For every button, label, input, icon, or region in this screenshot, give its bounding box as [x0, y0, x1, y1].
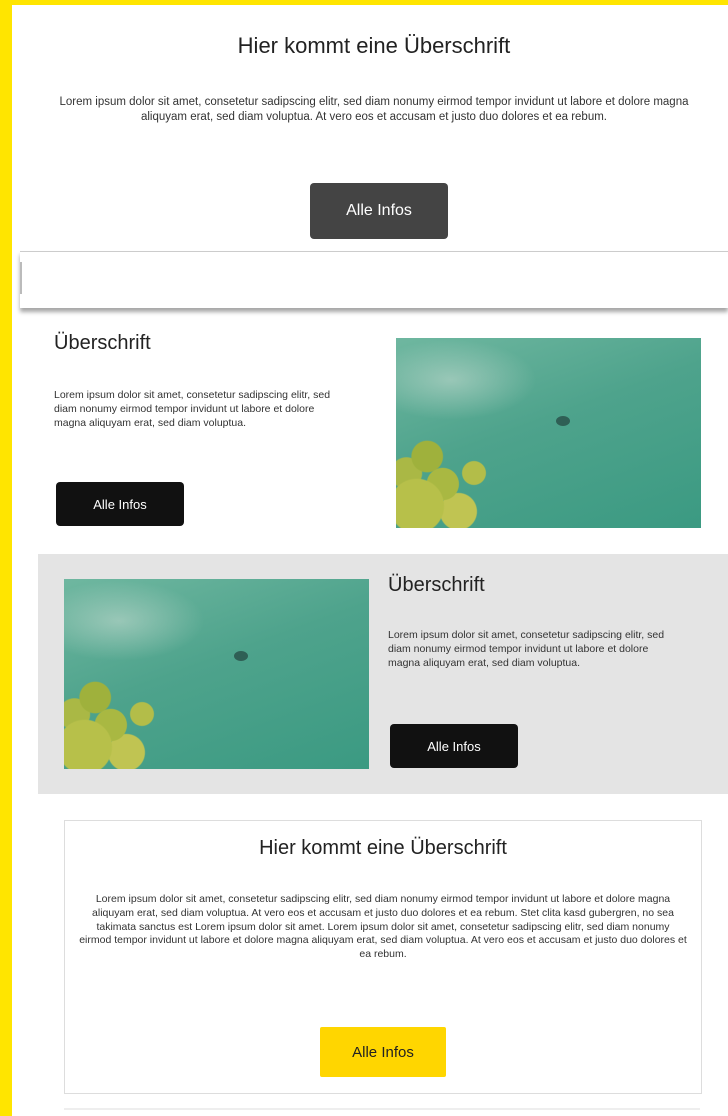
- info-card-button[interactable]: Alle Infos: [320, 1027, 446, 1077]
- algae-detail: [64, 658, 168, 769]
- swimmer-figure: [556, 416, 570, 426]
- feature-1-photo: [396, 338, 701, 528]
- feature-2-photo: [64, 579, 369, 769]
- feature-1-text: Lorem ipsum dolor sit amet, consetetur s…: [54, 389, 331, 429]
- info-card-title: Hier kommt eine Überschrift: [259, 837, 507, 859]
- yellow-side-border: [0, 0, 12, 1116]
- feature-section-2: Überschrift Lorem ipsum dolor sit amet, …: [38, 554, 728, 794]
- info-card-text: Lorem ipsum dolor sit amet, consetetur s…: [79, 893, 687, 961]
- hero-divider-strip: [20, 251, 728, 308]
- hero-section: Hier kommt eine Überschrift Lorem ipsum …: [20, 5, 728, 251]
- hero-info-button[interactable]: Alle Infos: [310, 183, 448, 239]
- feature-1-title: Überschrift: [54, 332, 151, 354]
- swimmer-figure: [234, 651, 248, 661]
- bottom-divider: [64, 1108, 700, 1110]
- feature-2-info-button[interactable]: Alle Infos: [390, 724, 518, 768]
- feature-1-info-button[interactable]: Alle Infos: [56, 482, 184, 526]
- hero-title: Hier kommt eine Überschrift: [237, 33, 511, 58]
- divider-mark: [20, 262, 22, 294]
- algae-detail: [396, 417, 500, 528]
- feature-section-1: Überschrift Lorem ipsum dolor sit amet, …: [20, 318, 728, 550]
- info-card: Hier kommt eine Überschrift Lorem ipsum …: [64, 820, 702, 1094]
- feature-2-title: Überschrift: [388, 574, 485, 596]
- feature-2-text: Lorem ipsum dolor sit amet, consetetur s…: [388, 629, 665, 669]
- hero-text: Lorem ipsum dolor sit amet, consetetur s…: [59, 96, 689, 123]
